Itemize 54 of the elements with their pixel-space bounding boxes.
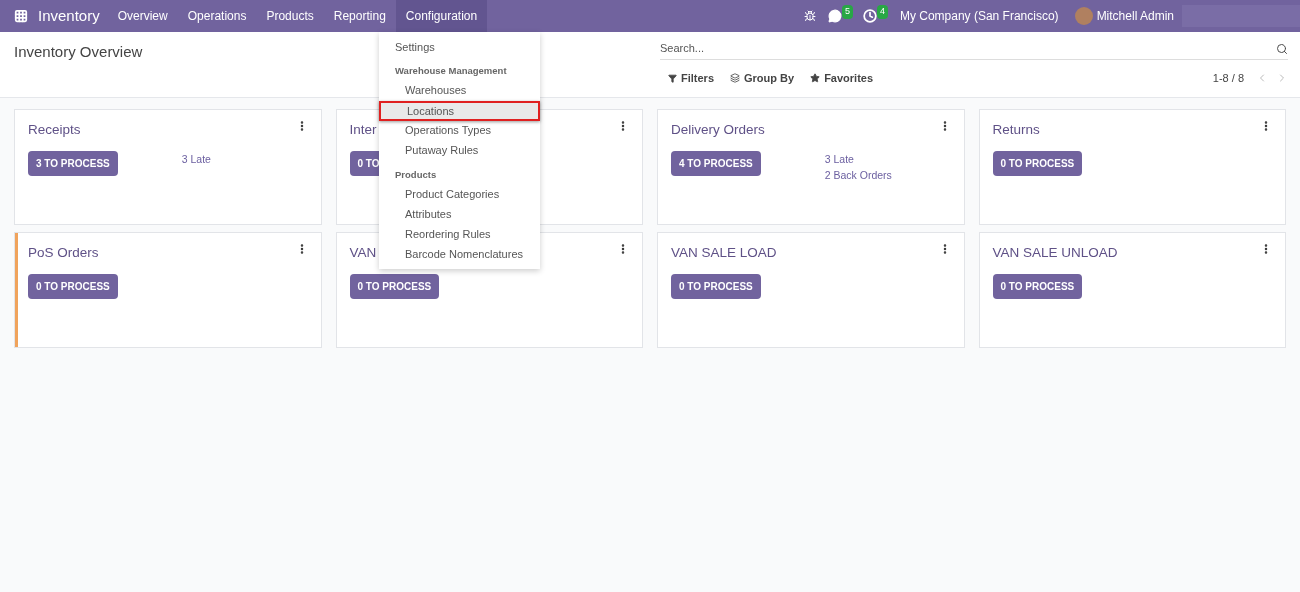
card-title[interactable]: VAN SALE UNLOAD: [992, 243, 1118, 264]
menu-section-header: Warehouse Management: [395, 65, 507, 76]
to-process-button[interactable]: 0 TO PROCESS: [992, 274, 1083, 300]
user-name[interactable]: Mitchell Admin: [1096, 7, 1174, 25]
status-link[interactable]: 3 Late: [824, 151, 892, 168]
search-icon[interactable]: [1276, 42, 1288, 55]
status-link[interactable]: 3 Late: [181, 151, 211, 168]
user-avatar: [1074, 7, 1093, 25]
company-name[interactable]: My Company (San Francisco): [899, 7, 1059, 25]
message-count-badge: 5: [841, 5, 853, 19]
activity-count-badge: 4: [876, 5, 888, 19]
filters-button[interactable]: Filters: [668, 70, 714, 87]
app-name[interactable]: Inventory: [38, 4, 100, 28]
menu-item[interactable]: Attributes: [379, 204, 540, 224]
nav-menu[interactable]: Products: [256, 0, 324, 32]
nav-menu[interactable]: Configuration: [395, 0, 488, 32]
clock-icon[interactable]: [862, 9, 877, 23]
to-process-button[interactable]: 0 TO PROCESS: [349, 274, 440, 300]
chat-icon[interactable]: [827, 9, 842, 23]
nav-menu[interactable]: Reporting: [323, 0, 396, 32]
pager-text: 1-8 / 8: [1212, 71, 1244, 86]
search-field[interactable]: Search...: [660, 38, 1288, 60]
card-title[interactable]: Inter: [349, 120, 377, 141]
status-link[interactable]: 2 Back Orders: [824, 167, 892, 184]
group-by-button[interactable]: Group By: [730, 70, 795, 87]
apps-menu-icon[interactable]: [14, 9, 28, 23]
layers-icon: [730, 73, 740, 84]
to-process-button[interactable]: 0 TO PROCESS: [28, 274, 118, 300]
to-process-button[interactable]: 0 TO PROCESS: [671, 274, 761, 300]
debug-icon[interactable]: [803, 10, 816, 22]
to-process-button[interactable]: 3 TO PROCESS: [28, 151, 118, 177]
nav-menu[interactable]: Operations: [177, 0, 257, 32]
card-title[interactable]: PoS Orders: [28, 243, 99, 264]
card-title[interactable]: VAN SALE LOAD: [671, 243, 777, 264]
card-title[interactable]: Returns: [992, 120, 1040, 141]
menu-section-header: Products: [395, 168, 437, 180]
menu-item[interactable]: Reordering Rules: [379, 224, 540, 244]
to-process-button[interactable]: 4 TO PROCESS: [671, 151, 761, 177]
page-title: Inventory Overview: [14, 43, 143, 60]
search-input[interactable]: Search...: [660, 40, 1276, 57]
menu-item[interactable]: Locations: [379, 100, 540, 121]
star-icon: [810, 73, 821, 84]
card-title[interactable]: Receipts: [28, 120, 81, 141]
to-process-button[interactable]: 0 TO PROCESS: [992, 151, 1083, 177]
menu-item[interactable]: Warehouses: [379, 80, 540, 101]
card-title[interactable]: VAN: [349, 243, 377, 264]
filter-icon: [668, 73, 677, 83]
nav-menu[interactable]: Overview: [107, 0, 178, 32]
menu-item[interactable]: Settings: [379, 37, 540, 57]
menu-item[interactable]: Product Categories: [379, 184, 540, 204]
card-title[interactable]: Delivery Orders: [671, 120, 765, 141]
menu-item[interactable]: Operations Types: [379, 120, 540, 141]
menu-item[interactable]: Barcode Nomenclatures: [379, 244, 540, 264]
favorites-button[interactable]: Favorites: [810, 70, 874, 87]
